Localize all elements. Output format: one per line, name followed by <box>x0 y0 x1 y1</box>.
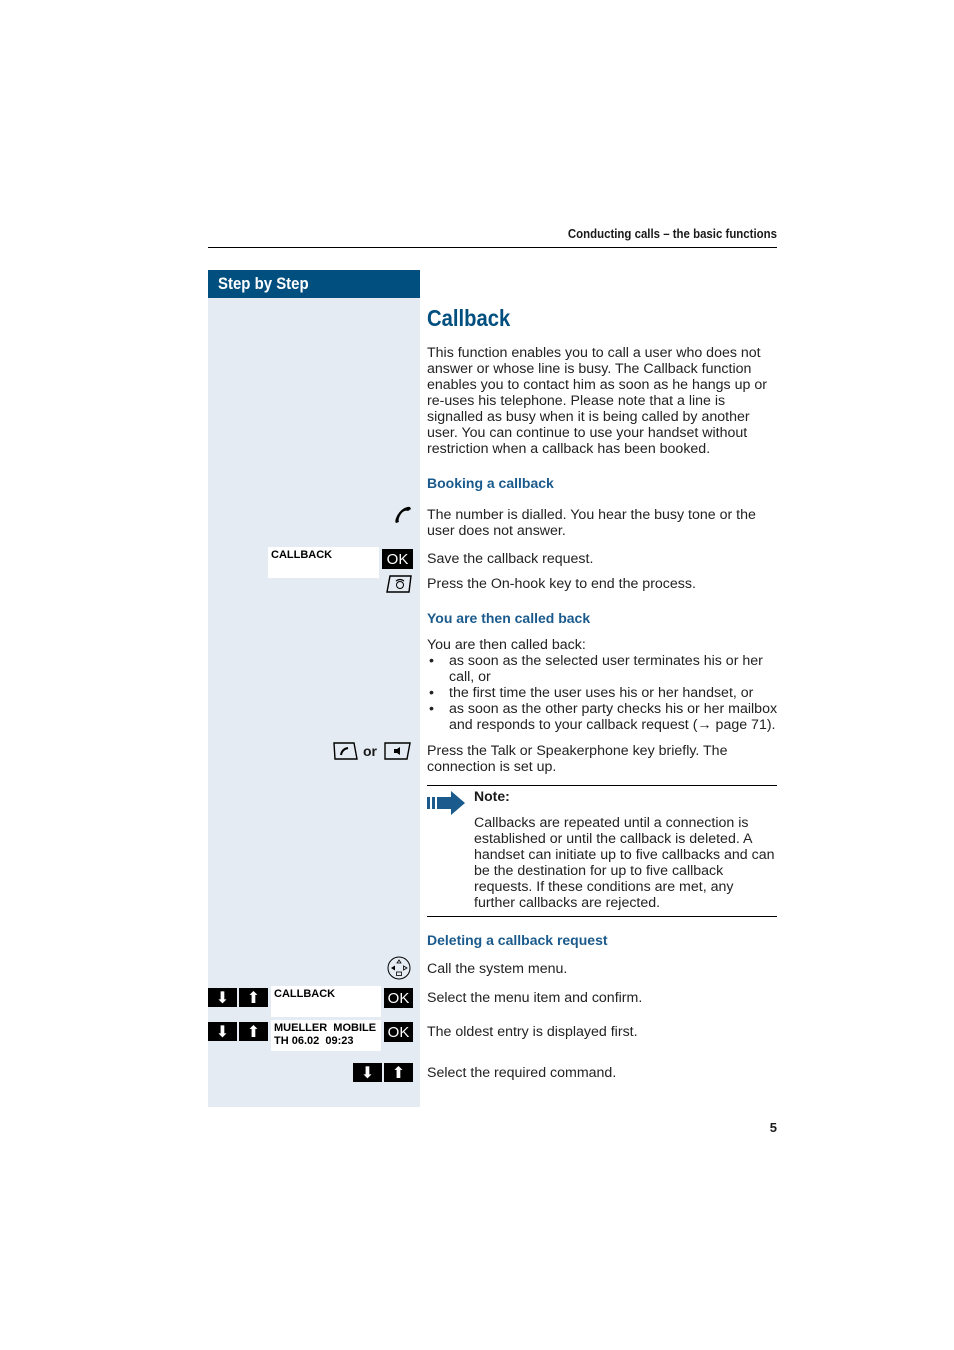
or-label: or <box>363 743 377 759</box>
note-arrow-icon <box>427 791 467 815</box>
list-item: the first time the user uses his or her … <box>427 685 779 701</box>
up-arrow-key[interactable]: ⬆ <box>239 1022 268 1041</box>
booking-step-2-text: Save the callback request. <box>427 551 594 567</box>
header-rule <box>208 247 777 248</box>
note-text: Callbacks are repeated until a connectio… <box>474 815 775 911</box>
ok-key[interactable]: OK <box>384 1022 413 1042</box>
down-arrow-key[interactable]: ⬇ <box>353 1063 382 1082</box>
arrow-up-icon: ⬆ <box>246 1023 261 1041</box>
section-heading-deleting: Deleting a callback request <box>427 932 608 948</box>
speakerphone-key-icon[interactable] <box>383 742 411 760</box>
running-header: Conducting calls – the basic functions <box>567 226 777 241</box>
on-hook-key-icon[interactable] <box>385 575 413 593</box>
down-arrow-key[interactable]: ⬇ <box>208 988 237 1007</box>
down-arrow-key[interactable]: ⬇ <box>208 1022 237 1041</box>
note-label: Note: <box>474 788 510 804</box>
section-heading-booking: Booking a callback <box>427 475 554 491</box>
booking-step-3-text: Press the On-hook key to end the process… <box>427 576 696 592</box>
ok-key[interactable]: OK <box>384 988 413 1008</box>
display-callback-entry: MUELLER MOBILE TH 06.02 09:23 <box>271 1020 381 1051</box>
called-back-list: as soon as the selected user terminates … <box>427 653 779 733</box>
called-back-section: You are then called back: as soon as the… <box>427 637 779 733</box>
talk-step-text: Press the Talk or Speakerphone key brief… <box>427 743 728 775</box>
note-bottom-rule <box>427 916 777 917</box>
arrow-up-icon: ⬆ <box>246 989 261 1007</box>
display-entry-line-1: MUELLER MOBILE <box>274 1022 377 1034</box>
called-back-lead: You are then called back: <box>427 637 586 653</box>
sidebar-title: Step by Step <box>218 274 309 293</box>
page-number: 5 <box>769 1120 777 1135</box>
deleting-step-4-text: Select the required command. <box>427 1065 617 1081</box>
list-item: as soon as the other party checks his or… <box>427 701 779 733</box>
list-item: as soon as the selected user terminates … <box>427 653 779 685</box>
up-arrow-key[interactable]: ⬆ <box>384 1063 413 1082</box>
arrow-down-icon: ⬇ <box>360 1064 375 1082</box>
booking-step-1-text: The number is dialled. You hear the busy… <box>427 507 756 539</box>
sidebar-header: Step by Step <box>208 270 420 298</box>
page-title: Callback <box>427 305 511 331</box>
up-arrow-key[interactable]: ⬆ <box>239 988 268 1007</box>
deleting-step-2-text: Select the menu item and confirm. <box>427 990 643 1006</box>
talk-key-icon[interactable] <box>332 742 358 760</box>
intro-paragraph: This function enables you to call a user… <box>427 345 767 457</box>
arrow-up-icon: ⬆ <box>391 1064 406 1082</box>
arrow-down-icon: ⬇ <box>215 1023 230 1041</box>
display-callback-menu: CALLBACK <box>271 986 381 1017</box>
section-heading-called-back: You are then called back <box>427 610 591 626</box>
deleting-step-1-text: Call the system menu. <box>427 961 568 977</box>
deleting-step-3-text: The oldest entry is displayed first. <box>427 1024 638 1040</box>
display-entry-line-2: TH 06.02 09:23 <box>274 1035 354 1047</box>
display-callback: CALLBACK <box>268 547 379 578</box>
note-top-rule <box>427 785 777 786</box>
ok-key[interactable]: OK <box>382 549 413 569</box>
arrow-down-icon: ⬇ <box>215 989 230 1007</box>
handset-icon <box>392 504 414 526</box>
navigation-key-icon[interactable] <box>387 956 411 980</box>
